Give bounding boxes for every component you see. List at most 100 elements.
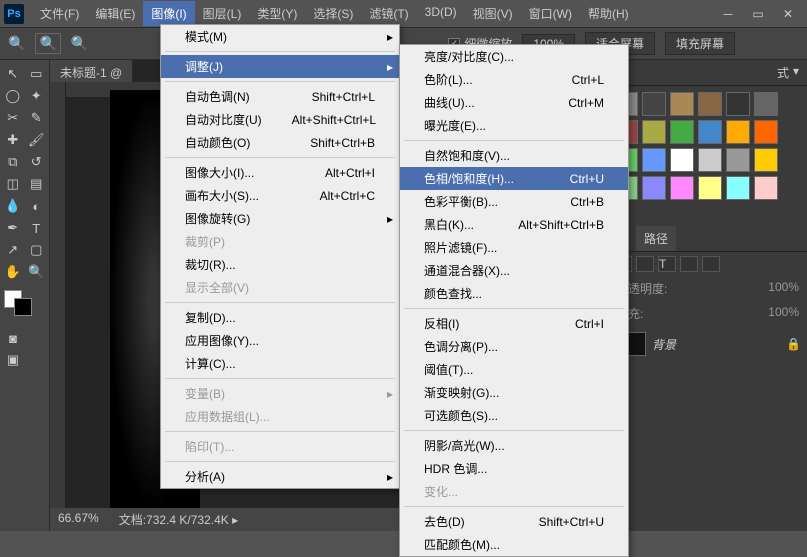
mode-item[interactable]: 模式(M)▸	[161, 25, 399, 48]
apply-image-item[interactable]: 应用图像(Y)...	[161, 329, 399, 352]
menu-help[interactable]: 帮助(H)	[580, 1, 637, 26]
style-swatch[interactable]	[670, 148, 694, 172]
menu-file[interactable]: 文件(F)	[32, 1, 87, 26]
style-swatch[interactable]	[754, 120, 778, 144]
style-swatch[interactable]	[642, 148, 666, 172]
style-swatch[interactable]	[726, 148, 750, 172]
menu-3d[interactable]: 3D(D)	[417, 1, 465, 26]
color-lookup-item[interactable]: 颜色查找...	[400, 282, 628, 305]
style-swatch[interactable]	[670, 120, 694, 144]
wand-tool-icon[interactable]: ✦	[26, 86, 48, 106]
crop-item[interactable]: 裁剪(P)	[161, 230, 399, 253]
menu-image[interactable]: 图像(I)	[143, 1, 194, 26]
style-swatch[interactable]	[698, 92, 722, 116]
trim-item[interactable]: 裁切(R)...	[161, 253, 399, 276]
gradient-map-item[interactable]: 渐变映射(G)...	[400, 381, 628, 404]
panel-menu-icon[interactable]: ▾	[793, 64, 799, 81]
minimize-button[interactable]: ─	[713, 4, 743, 24]
eraser-tool-icon[interactable]: ◫	[2, 174, 24, 194]
calculations-item[interactable]: 计算(C)...	[161, 352, 399, 375]
color-balance-item[interactable]: 色彩平衡(B)...Ctrl+B	[400, 190, 628, 213]
menu-filter[interactable]: 滤镜(T)	[361, 1, 416, 26]
pen-tool-icon[interactable]: ✒	[2, 218, 24, 238]
background-color[interactable]	[14, 298, 32, 316]
menu-select[interactable]: 选择(S)	[305, 1, 361, 26]
zoom-in-icon[interactable]: 🔍	[35, 33, 60, 54]
style-swatch[interactable]	[726, 176, 750, 200]
type-tool-icon[interactable]: T	[26, 218, 48, 238]
photo-filter-item[interactable]: 照片滤镜(F)...	[400, 236, 628, 259]
threshold-item[interactable]: 阈值(T)...	[400, 358, 628, 381]
lasso-tool-icon[interactable]: ◯	[2, 86, 24, 106]
exposure-item[interactable]: 曝光度(E)...	[400, 114, 628, 137]
brightness-contrast-item[interactable]: 亮度/对比度(C)...	[400, 45, 628, 68]
shape-tool-icon[interactable]: ▢	[26, 240, 48, 260]
layer-row[interactable]: 背景 🔒	[608, 326, 807, 362]
quickmask-icon[interactable]: ◙	[2, 328, 24, 348]
duplicate-item[interactable]: 复制(D)...	[161, 306, 399, 329]
style-swatch[interactable]	[670, 92, 694, 116]
style-swatch[interactable]	[642, 120, 666, 144]
style-swatch[interactable]	[754, 148, 778, 172]
opacity-value[interactable]: 100%	[768, 280, 799, 297]
match-color-item[interactable]: 匹配颜色(M)...	[400, 533, 628, 556]
close-button[interactable]: ✕	[773, 4, 803, 24]
zoom-tool2-icon[interactable]: 🔍	[26, 262, 48, 282]
crop-tool-icon[interactable]: ✂	[2, 108, 24, 128]
variables-item[interactable]: 变量(B)▸	[161, 382, 399, 405]
history-tool-icon[interactable]: ↺	[26, 152, 48, 172]
stamp-tool-icon[interactable]: ⧉	[2, 152, 24, 172]
filter-adjust-icon[interactable]	[636, 256, 654, 272]
canvas-size-item[interactable]: 画布大小(S)...Alt+Ctrl+C	[161, 184, 399, 207]
blur-tool-icon[interactable]: 💧	[2, 196, 24, 216]
invert-item[interactable]: 反相(I)Ctrl+I	[400, 312, 628, 335]
menu-layer[interactable]: 图层(L)	[195, 1, 250, 26]
adjustments-item[interactable]: 调整(J)▸	[161, 55, 399, 78]
filter-smart-icon[interactable]	[702, 256, 720, 272]
style-swatch[interactable]	[698, 176, 722, 200]
menu-edit[interactable]: 编辑(E)	[87, 1, 143, 26]
variations-item[interactable]: 变化...	[400, 480, 628, 503]
black-white-item[interactable]: 黑白(K)...Alt+Shift+Ctrl+B	[400, 213, 628, 236]
hand-tool-icon[interactable]: ✋	[2, 262, 24, 282]
menu-window[interactable]: 窗口(W)	[521, 1, 580, 26]
curves-item[interactable]: 曲线(U)...Ctrl+M	[400, 91, 628, 114]
path-tool-icon[interactable]: ↗	[2, 240, 24, 260]
channel-mixer-item[interactable]: 通道混合器(X)...	[400, 259, 628, 282]
shadows-highlights-item[interactable]: 阴影/高光(W)...	[400, 434, 628, 457]
dodge-tool-icon[interactable]: ◐	[26, 196, 48, 216]
image-rotation-item[interactable]: 图像旋转(G)▸	[161, 207, 399, 230]
reveal-all-item[interactable]: 显示全部(V)	[161, 276, 399, 299]
style-swatch[interactable]	[670, 176, 694, 200]
hdr-toning-item[interactable]: HDR 色调...	[400, 457, 628, 480]
move-tool-icon[interactable]: ↖	[2, 64, 24, 84]
style-swatch[interactable]	[698, 120, 722, 144]
selective-color-item[interactable]: 可选颜色(S)...	[400, 404, 628, 427]
zoom-level[interactable]: 66.67%	[58, 511, 99, 528]
style-swatch[interactable]	[642, 92, 666, 116]
image-size-item[interactable]: 图像大小(I)...Alt+Ctrl+I	[161, 161, 399, 184]
style-swatch[interactable]	[642, 176, 666, 200]
trap-item[interactable]: 陷印(T)...	[161, 435, 399, 458]
gradient-tool-icon[interactable]: ▤	[26, 174, 48, 194]
menu-type[interactable]: 类型(Y)	[249, 1, 305, 26]
auto-color-item[interactable]: 自动颜色(O)Shift+Ctrl+B	[161, 131, 399, 154]
style-swatch[interactable]	[726, 120, 750, 144]
apply-dataset-item[interactable]: 应用数据组(L)...	[161, 405, 399, 428]
styles-tab[interactable]: 式	[777, 64, 789, 81]
fill-screen-button[interactable]: 填充屏幕	[665, 32, 735, 55]
layer-name[interactable]: 背景	[652, 336, 676, 353]
maximize-button[interactable]: ▭	[743, 4, 773, 24]
filter-shape-icon[interactable]	[680, 256, 698, 272]
auto-contrast-item[interactable]: 自动对比度(U)Alt+Shift+Ctrl+L	[161, 108, 399, 131]
filter-type-icon[interactable]: T	[658, 256, 676, 272]
screenmode-icon[interactable]: ▣	[2, 350, 24, 370]
style-swatch[interactable]	[754, 176, 778, 200]
analysis-item[interactable]: 分析(A)▸	[161, 465, 399, 488]
brush-tool-icon[interactable]: 🖌	[26, 130, 48, 150]
heal-tool-icon[interactable]: ✚	[2, 130, 24, 150]
levels-item[interactable]: 色阶(L)...Ctrl+L	[400, 68, 628, 91]
paths-tab[interactable]: 路径	[636, 226, 676, 251]
menu-view[interactable]: 视图(V)	[465, 1, 521, 26]
style-swatch[interactable]	[698, 148, 722, 172]
